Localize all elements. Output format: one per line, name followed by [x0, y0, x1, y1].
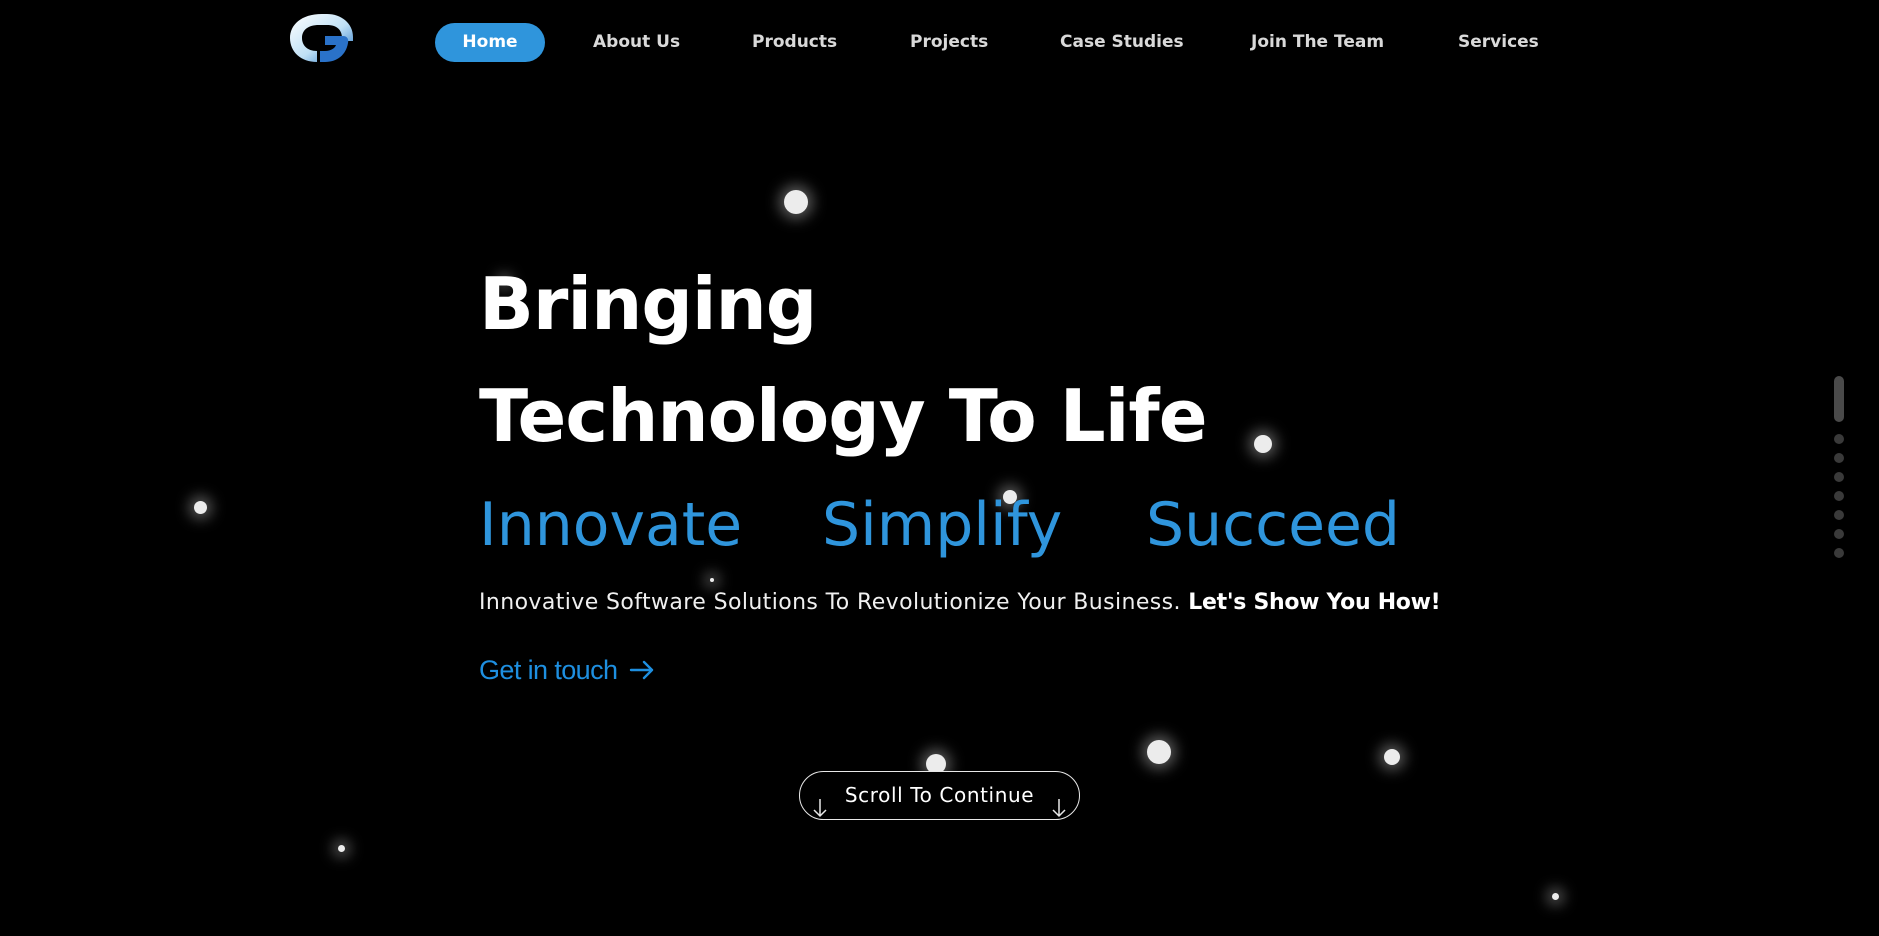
glow-particle [1552, 893, 1559, 900]
pager-dot[interactable] [1834, 472, 1844, 482]
nav-services[interactable]: Services [1458, 23, 1539, 62]
arrow-right-icon [630, 660, 654, 680]
pager-active-indicator[interactable] [1834, 376, 1844, 422]
pager-dot[interactable] [1834, 491, 1844, 501]
nav-case-studies[interactable]: Case Studies [1060, 23, 1184, 62]
hero-word-simplify: Simplify [822, 490, 1063, 560]
hero-subline: Innovative Software Solutions To Revolut… [479, 590, 1441, 615]
glow-particle [1147, 740, 1171, 764]
pager-dot[interactable] [1834, 510, 1844, 520]
top-navigation: Home About Us Products Projects Case Stu… [0, 0, 1879, 86]
get-in-touch-link[interactable]: Get in touch [479, 652, 655, 688]
hero-word-succeed: Succeed [1146, 490, 1401, 560]
nav-join-the-team[interactable]: Join The Team [1251, 23, 1384, 62]
scroll-to-continue-label: Scroll To Continue [844, 783, 1035, 807]
glow-particle [1254, 435, 1272, 453]
nav-projects[interactable]: Projects [910, 23, 988, 62]
arrow-down-icon [813, 799, 827, 818]
get-in-touch-label: Get in touch [479, 654, 618, 685]
glow-particle [1384, 749, 1400, 765]
pager-dot[interactable] [1834, 548, 1844, 558]
glow-particle [338, 845, 345, 852]
nav-products[interactable]: Products [752, 23, 837, 62]
scroll-to-continue-button[interactable]: Scroll To Continue [799, 771, 1080, 820]
nav-about-us[interactable]: About Us [593, 23, 680, 62]
hero-word-innovate: Innovate [479, 490, 743, 560]
hero-headline-line1: Bringing [479, 262, 817, 346]
glow-particle [194, 501, 207, 514]
hero-headline-line2: Technology To Life [479, 374, 1208, 458]
arrow-down-icon [1052, 799, 1066, 818]
pager-dot[interactable] [1834, 453, 1844, 463]
pager-dot[interactable] [1834, 434, 1844, 444]
glow-particle [710, 578, 714, 582]
page: Home About Us Products Projects Case Stu… [0, 0, 1879, 936]
pager-dot[interactable] [1834, 529, 1844, 539]
nav-home[interactable]: Home [435, 23, 545, 62]
hero-subline-text: Innovative Software Solutions To Revolut… [479, 590, 1181, 615]
hero-subline-emphasis: Let's Show You How! [1188, 590, 1441, 615]
glow-particle [784, 190, 808, 214]
